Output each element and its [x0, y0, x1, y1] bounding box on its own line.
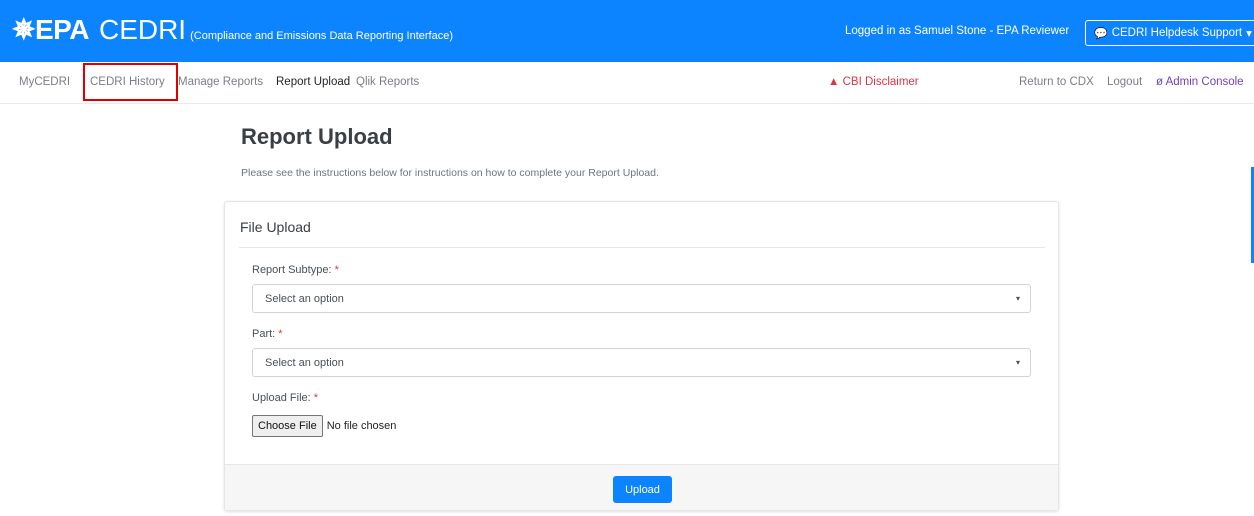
upload-file-label-text: Upload File: [252, 392, 311, 404]
card-title: File Upload [240, 219, 311, 235]
upload-button[interactable]: Upload [613, 476, 672, 503]
app-subtitle: (Compliance and Emissions Data Reporting… [190, 30, 453, 42]
page-title: Report Upload [241, 124, 393, 149]
choose-file-button[interactable]: Choose File [252, 415, 323, 437]
card-divider [239, 247, 1045, 248]
nav-bar: MyCEDRI CEDRI History Manage Reports Rep… [0, 62, 1254, 104]
nav-qlik-reports[interactable]: Qlik Reports [356, 76, 419, 88]
epa-logo[interactable]: ✵EPA [12, 13, 89, 46]
nav-report-upload[interactable]: Report Upload [276, 76, 350, 88]
file-upload-card: File Upload Report Subtype: * Select an … [224, 201, 1059, 511]
helpdesk-label: CEDRI Helpdesk Support [1111, 27, 1243, 39]
chevron-down-icon: ▾ [1015, 294, 1020, 303]
report-subtype-value: Select an option [265, 293, 344, 305]
part-select[interactable]: Select an option ▾ [252, 348, 1031, 377]
part-label-text: Part: [252, 328, 276, 340]
upload-file-label: Upload File: * [252, 392, 318, 404]
cbi-disclaimer-label: CBI Disclaimer [842, 76, 919, 88]
report-subtype-label-text: Report Subtype: [252, 264, 332, 276]
app-name[interactable]: CEDRI [99, 14, 186, 46]
card-footer: Upload [225, 464, 1058, 510]
part-value: Select an option [265, 357, 344, 369]
admin-console-link[interactable]: ø Admin Console [1156, 76, 1244, 88]
top-bar: ✵EPA CEDRI (Compliance and Emissions Dat… [0, 0, 1254, 62]
chevron-down-icon: ▾ [1246, 28, 1252, 40]
admin-console-label: Admin Console [1165, 76, 1244, 88]
file-status: No file chosen [326, 420, 397, 432]
report-subtype-select[interactable]: Select an option ▾ [252, 284, 1031, 313]
cbi-disclaimer-link[interactable]: ▲ CBI Disclaimer [828, 76, 919, 88]
required-marker: * [334, 264, 339, 276]
page-description: Please see the instructions below for in… [241, 167, 659, 179]
nav-manage-reports[interactable]: Manage Reports [178, 76, 263, 88]
part-label: Part: * [252, 328, 283, 340]
brand[interactable]: ✵EPA CEDRI (Compliance and Emissions Dat… [12, 13, 453, 46]
nav-mycedri[interactable]: MyCEDRI [19, 76, 70, 88]
file-input[interactable]: Choose File No file chosen [252, 415, 396, 437]
logged-in-user: Logged in as Samuel Stone - EPA Reviewer [845, 25, 1070, 37]
logout-link[interactable]: Logout [1107, 76, 1142, 88]
warning-icon: ▲ [828, 76, 840, 88]
highlight-box [83, 63, 178, 101]
chevron-down-icon: ▾ [1015, 358, 1020, 367]
report-subtype-label: Report Subtype: * [252, 264, 339, 276]
admin-icon: ø [1156, 76, 1164, 88]
return-to-cdx-link[interactable]: Return to CDX [1019, 76, 1094, 88]
helpdesk-dropdown-button[interactable]: 💬 CEDRI Helpdesk Support ▾ [1085, 20, 1254, 46]
required-marker: * [278, 328, 283, 340]
chat-icon: 💬 [1094, 27, 1108, 40]
required-marker: * [313, 392, 319, 404]
